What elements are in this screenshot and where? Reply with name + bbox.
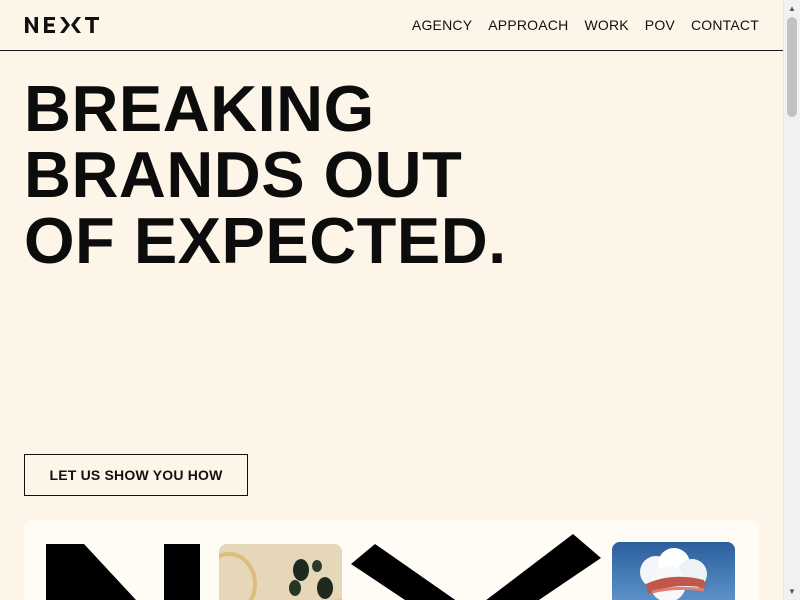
page: AGENCY APPROACH WORK POV CONTACT BREAKIN… — [0, 0, 783, 600]
nav-work[interactable]: WORK — [584, 17, 628, 33]
site-header: AGENCY APPROACH WORK POV CONTACT — [0, 0, 783, 51]
letter-x-shape — [351, 534, 601, 600]
sky-cloud-photo-icon — [612, 542, 735, 600]
nav-pov[interactable]: POV — [645, 17, 675, 33]
cta-button[interactable]: LET US SHOW YOU HOW — [24, 454, 248, 496]
logo[interactable] — [24, 14, 110, 36]
hero-line-3: OF EXPECTED. — [24, 204, 507, 277]
main-nav: AGENCY APPROACH WORK POV CONTACT — [412, 17, 759, 33]
showcase-panel — [24, 520, 759, 600]
vertical-scrollbar[interactable]: ▲ ▼ — [783, 0, 800, 600]
hero-headline: BREAKING BRANDS OUT OF EXPECTED. — [24, 76, 507, 274]
scroll-down-icon[interactable]: ▼ — [784, 583, 800, 600]
nav-contact[interactable]: CONTACT — [691, 17, 759, 33]
hero-line-1: BREAKING — [24, 72, 375, 145]
photo-card-sky[interactable] — [612, 542, 735, 600]
next-logo-icon — [25, 17, 99, 33]
scroll-up-icon[interactable]: ▲ — [784, 0, 800, 17]
nav-approach[interactable]: APPROACH — [488, 17, 568, 33]
nav-agency[interactable]: AGENCY — [412, 17, 472, 33]
photo-card-food[interactable] — [219, 544, 342, 600]
food-photo-icon — [219, 544, 342, 600]
scrollbar-thumb[interactable] — [787, 17, 797, 117]
letter-n-shape — [46, 544, 200, 600]
hero-line-2: BRANDS OUT — [24, 138, 463, 211]
